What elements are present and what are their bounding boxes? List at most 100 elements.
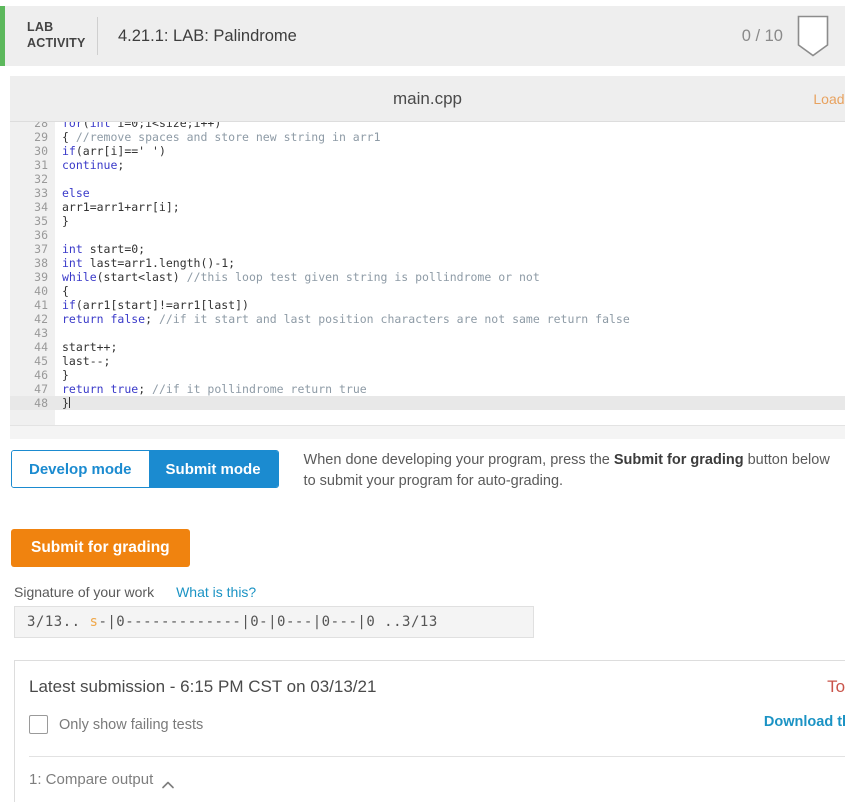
code-line: 44 start++;	[10, 340, 845, 354]
code-line: 28 for(int i=0;i<size;i++)	[10, 121, 845, 130]
code-text: {	[62, 284, 69, 298]
mode-description-part1: When done developing your program, press…	[303, 452, 614, 468]
line-number: 31	[34, 158, 48, 172]
code-text: return false; //if it start and last pos…	[62, 312, 630, 326]
code-text: while(start<last) //this loop test given…	[62, 270, 540, 284]
line-number: 33	[34, 186, 48, 200]
pennant-icon	[797, 15, 829, 57]
signature-highlight: s	[89, 614, 99, 630]
code-editor-body[interactable]: 28 for(int i=0;i<size;i++) 29 { //remove sp…	[10, 121, 845, 425]
submit-for-grading-button[interactable]: Submit for grading	[11, 529, 190, 567]
code-text: { //remove spaces and store new string i…	[62, 130, 381, 144]
line-number: 48	[34, 396, 48, 410]
only-show-failing-tests-checkbox[interactable]	[29, 715, 48, 734]
line-number: 45	[34, 354, 48, 368]
code-text: continue;	[62, 158, 125, 172]
code-line: 42 return false; //if it start and last p…	[10, 312, 845, 326]
signature-labels: Signature of your work What is this?	[14, 584, 256, 600]
lab-activity-header: LAB ACTIVITY 4.21.1: LAB: Palindrome 0 /…	[0, 6, 845, 66]
submission-total-score: Total	[827, 677, 845, 696]
only-show-failing-tests-label: Only show failing tests	[59, 716, 204, 733]
editor-footer	[10, 425, 845, 439]
code-text: int last=arr1.length()-1;	[62, 256, 236, 270]
code-line: 31 continue;	[10, 158, 845, 172]
lab-activity-tag: LAB ACTIVITY	[27, 20, 86, 50]
what-is-this-link[interactable]: What is this?	[176, 584, 256, 600]
text-cursor	[68, 397, 70, 408]
line-number: 44	[34, 340, 48, 354]
line-number: 32	[34, 172, 48, 186]
code-line: 40 {	[10, 284, 845, 298]
code-text: last--;	[62, 354, 111, 368]
line-number: 37	[34, 242, 48, 256]
line-number: 29	[34, 130, 48, 144]
mode-toggle-group: Develop mode Submit mode	[11, 450, 279, 488]
code-line: 39 while(start<last) //this loop test giv…	[10, 270, 845, 284]
code-line: 38 int last=arr1.length()-1;	[10, 256, 845, 270]
code-line: 33 else	[10, 186, 845, 200]
code-text: for(int i=0;i<size;i++)	[62, 121, 222, 130]
submission-title: Latest submission - 6:15 PM CST on 03/13…	[29, 677, 377, 696]
code-line: 46}	[10, 368, 845, 382]
line-number: 28	[34, 121, 48, 130]
code-text: int start=0;	[62, 242, 146, 256]
submission-filter-row: Only show failing tests Download this	[15, 697, 845, 734]
code-line: 30 if(arr[i]==' ')	[10, 144, 845, 158]
line-number: 39	[34, 270, 48, 284]
editor-titlebar: main.cpp Load de	[10, 76, 845, 121]
code-text: }	[62, 368, 69, 382]
code-text: if(arr[i]==' ')	[62, 144, 166, 158]
develop-mode-button[interactable]: Develop mode	[12, 451, 149, 487]
editor-filename: main.cpp	[393, 88, 462, 108]
code-line: 43	[10, 326, 845, 340]
header-right-group: 0 / 10	[742, 15, 829, 57]
compare-output-label: 1: Compare output	[29, 771, 154, 788]
code-line: 36	[10, 228, 845, 242]
code-line: 29 { //remove spaces and store new string…	[10, 130, 845, 144]
line-number: 38	[34, 256, 48, 270]
score-display: 0 / 10	[741, 26, 783, 45]
header-divider	[97, 17, 98, 55]
line-number: 40	[34, 284, 48, 298]
mode-description-bold: Submit for grading	[613, 452, 744, 468]
load-default-template-link[interactable]: Load de	[813, 91, 845, 107]
mode-description-line2: submit your program for auto-grading.	[319, 473, 564, 490]
signature-label: Signature of your work	[14, 584, 155, 600]
line-number: 35	[34, 214, 48, 228]
signature-body: -|0-------------|0-|0---|0---|0 ..3/13	[98, 614, 438, 630]
signature-value-box: 3/13.. s -|0-------------|0-|0---|0---|0 …	[14, 606, 534, 638]
submission-header: Latest submission - 6:15 PM CST on 03/13…	[15, 661, 845, 697]
code-line: 45 last--;	[10, 354, 845, 368]
code-line: 47 return true; //if it pollindrome retur…	[10, 382, 845, 396]
code-line: 35}	[10, 214, 845, 228]
chevron-up-icon[interactable]	[162, 776, 175, 788]
code-line: 32	[10, 172, 845, 186]
code-text: if(arr1[start]!=arr1[last])	[62, 298, 249, 312]
code-line: 37 int start=0;	[10, 242, 845, 256]
page-title: 4.21.1: LAB: Palindrome	[118, 26, 297, 45]
latest-submission-card: Latest submission - 6:15 PM CST on 03/13…	[14, 660, 845, 802]
code-text: }	[62, 396, 70, 410]
download-submission-link[interactable]: Download this	[764, 714, 845, 730]
code-text: else	[62, 186, 90, 200]
line-number: 43	[34, 326, 48, 340]
mode-row: Develop mode Submit mode When done devel…	[0, 450, 845, 492]
code-text: return true; //if it pollindrome return …	[62, 382, 367, 396]
line-number: 41	[34, 298, 48, 312]
code-line: 48}	[10, 396, 845, 410]
code-line: 34 arr1=arr1+arr[i];	[10, 200, 845, 214]
signature-prefix: 3/13..	[27, 614, 90, 630]
code-text: }	[62, 214, 69, 228]
line-number: 47	[34, 382, 48, 396]
code-lines-container: 28 for(int i=0;i<size;i++) 29 { //remove sp…	[10, 121, 845, 410]
code-editor-card: main.cpp Load de 28 for(int i=0;i<size;i+…	[10, 76, 845, 439]
compare-output-row[interactable]: 1: Compare output	[15, 757, 845, 788]
line-number: 42	[34, 312, 48, 326]
line-number: 34	[34, 200, 48, 214]
code-line: 41 if(arr1[start]!=arr1[last])	[10, 298, 845, 312]
code-text: start++;	[62, 340, 118, 354]
submit-mode-button[interactable]: Submit mode	[148, 451, 278, 487]
